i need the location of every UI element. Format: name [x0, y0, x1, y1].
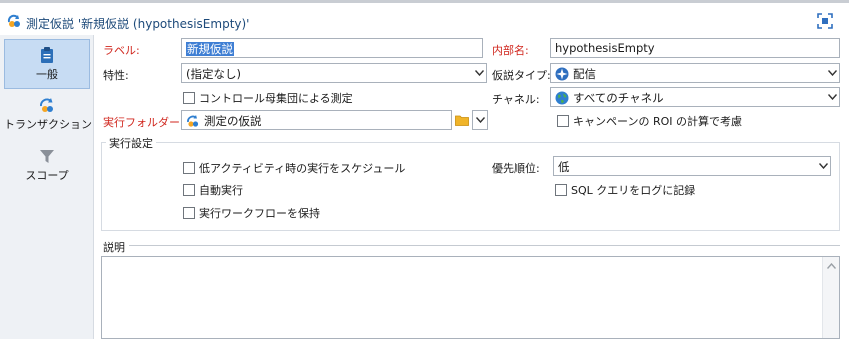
- sidebar: 一般 トランザクション スコープ: [0, 35, 94, 339]
- transaction-icon: [40, 98, 53, 112]
- log-sql-label: SQL クエリをログに記録: [571, 184, 696, 197]
- internal-name-value: hypothesisEmpty: [555, 41, 655, 55]
- label-input-value: 新規仮説: [186, 42, 234, 56]
- hypothesis-type-label: 仮説タイプ:: [492, 69, 551, 82]
- hypothesis-type-select[interactable]: 配信: [550, 63, 840, 83]
- channel-select[interactable]: すべてのチャネル: [550, 87, 840, 107]
- keep-workflow-label: 実行ワークフローを保持: [199, 207, 320, 220]
- log-sql-checkbox[interactable]: SQL クエリをログに記録: [555, 182, 695, 198]
- auto-run-label: 自動実行: [199, 184, 243, 197]
- campaign-roi-checkbox[interactable]: キャンペーンの ROI の計算で考慮: [557, 113, 742, 129]
- label-field-label: ラベル:: [103, 44, 140, 57]
- clipboard-icon: [41, 47, 53, 63]
- control-group-checkbox[interactable]: コントロール母集団による測定: [183, 90, 353, 106]
- sidebar-item-label: スコープ: [25, 169, 69, 182]
- sidebar-item-transaction[interactable]: トランザクション: [4, 90, 92, 140]
- auto-run-checkbox[interactable]: 自動実行: [183, 182, 243, 198]
- checkbox-box[interactable]: [557, 115, 569, 127]
- description-textarea[interactable]: [101, 256, 840, 339]
- characteristic-select[interactable]: (指定なし): [181, 63, 487, 83]
- schedule-low-activity-checkbox[interactable]: 低アクティビティ時の実行をスケジュール: [183, 160, 405, 176]
- execution-settings-title: 実行設定: [106, 135, 156, 151]
- maximize-icon[interactable]: [817, 13, 833, 29]
- checkbox-box[interactable]: [183, 184, 195, 196]
- sidebar-item-general[interactable]: 一般: [4, 39, 90, 89]
- checkbox-box[interactable]: [183, 207, 195, 219]
- description-label: 説明: [103, 241, 125, 254]
- internal-name-label: 内部名:: [492, 44, 529, 57]
- hypothesis-icon: [7, 14, 20, 27]
- channel-value: すべてのチャネル: [573, 91, 664, 105]
- folder-icon: [455, 115, 469, 126]
- priority-select[interactable]: 低: [553, 156, 831, 176]
- schedule-low-activity-label: 低アクティビティ時の実行をスケジュール: [199, 162, 406, 175]
- hypothesis-type-value: 配信: [573, 67, 596, 81]
- folder-picker-button[interactable]: [454, 110, 470, 130]
- execution-folder-label: 実行フォルダー:: [103, 116, 184, 129]
- execution-folder-value: 測定の仮説: [204, 114, 262, 128]
- channel-label: チャネル:: [492, 93, 540, 106]
- sidebar-item-label: トランザクション: [4, 118, 92, 131]
- chevron-down-icon[interactable]: [824, 88, 839, 106]
- campaign-roi-label: キャンペーンの ROI の計算で考慮: [573, 115, 742, 128]
- sidebar-item-label: 一般: [36, 68, 58, 81]
- sidebar-item-scope[interactable]: スコープ: [4, 141, 90, 191]
- priority-label: 優先順位:: [492, 162, 540, 175]
- checkbox-box[interactable]: [555, 184, 567, 196]
- label-input[interactable]: 新規仮説: [181, 38, 483, 58]
- priority-value: 低: [558, 160, 570, 174]
- description-scrollbar[interactable]: [822, 257, 839, 338]
- chevron-up-icon[interactable]: [827, 263, 836, 269]
- chevron-down-icon[interactable]: [824, 64, 839, 82]
- window-title: 測定仮説 '新規仮説 (hypothesisEmpty)': [26, 17, 250, 31]
- checkbox-box[interactable]: [183, 92, 195, 104]
- globe-icon: [555, 91, 569, 105]
- internal-name-input[interactable]: hypothesisEmpty: [550, 38, 840, 58]
- chevron-down-icon[interactable]: [815, 157, 830, 175]
- window-titlebar: 測定仮説 '新規仮説 (hypothesisEmpty)': [0, 3, 849, 35]
- folder-dropdown-button[interactable]: [472, 110, 488, 130]
- characteristic-label: 特性:: [103, 69, 129, 82]
- filter-icon: [40, 150, 54, 163]
- description-divider: [129, 245, 840, 246]
- chevron-down-icon[interactable]: [471, 64, 486, 82]
- checkbox-box[interactable]: [183, 162, 195, 174]
- control-group-label: コントロール母集団による測定: [199, 92, 353, 105]
- chevron-down-icon: [475, 117, 485, 123]
- delivery-icon: [555, 67, 569, 81]
- hypothesis-folder-icon: [187, 115, 199, 127]
- keep-workflow-checkbox[interactable]: 実行ワークフローを保持: [183, 205, 320, 221]
- execution-folder-input[interactable]: 測定の仮説: [181, 110, 452, 130]
- characteristic-value: (指定なし): [186, 67, 241, 81]
